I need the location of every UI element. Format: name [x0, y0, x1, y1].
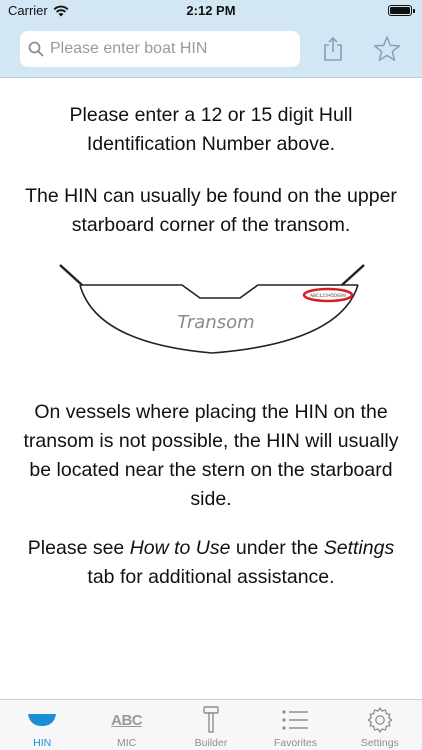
- hin-plate-text: ABC12345D899: [310, 293, 346, 299]
- header: Carrier 2:12 PM: [0, 0, 422, 78]
- alternate-location-text: On vessels where placing the HIN on the …: [23, 401, 399, 510]
- clock: 2:12 PM: [186, 3, 236, 18]
- tab-builder[interactable]: Builder: [169, 700, 253, 750]
- hin-search-input[interactable]: [50, 40, 290, 58]
- star-icon: [373, 36, 401, 62]
- search-bar[interactable]: [20, 31, 300, 67]
- battery-icon: [388, 5, 415, 16]
- tab-label: Settings: [360, 737, 399, 749]
- tab-label: Favorites: [273, 737, 318, 749]
- settings-ref: Settings: [323, 537, 395, 559]
- boat-icon: [28, 714, 57, 726]
- favorite-button[interactable]: [372, 34, 402, 64]
- tab-hin[interactable]: HIN: [0, 700, 84, 750]
- tab-mic[interactable]: ABC MIC: [84, 700, 168, 750]
- tab-bar: HIN ABC MIC Builder Favorites Settings: [0, 699, 422, 750]
- tab-label: HIN: [33, 737, 52, 749]
- transom-diagram: ABC12345D899 Transom: [59, 264, 365, 354]
- tab-favorites[interactable]: Favorites: [253, 700, 337, 750]
- hammer-icon: [203, 706, 219, 733]
- tab-label: Builder: [194, 737, 228, 749]
- tab-label: MIC: [116, 737, 137, 749]
- share-button[interactable]: [318, 34, 348, 64]
- list-icon: [282, 710, 309, 730]
- transom-label: Transom: [177, 312, 254, 333]
- instruction-text: Please enter a 12 or 15 digit Hull Ident…: [69, 104, 353, 155]
- tab-settings[interactable]: Settings: [338, 700, 422, 750]
- abc-icon: ABC: [111, 711, 143, 729]
- help-text: Please see How to Use under the Settings…: [27, 537, 395, 588]
- status-bar: Carrier 2:12 PM: [0, 0, 422, 22]
- search-icon: [28, 41, 44, 57]
- how-to-use-ref: How to Use: [129, 537, 231, 559]
- hin-location-text: The HIN can usually be found on the uppe…: [25, 185, 397, 236]
- share-icon: [324, 36, 342, 61]
- gear-icon: [367, 707, 393, 733]
